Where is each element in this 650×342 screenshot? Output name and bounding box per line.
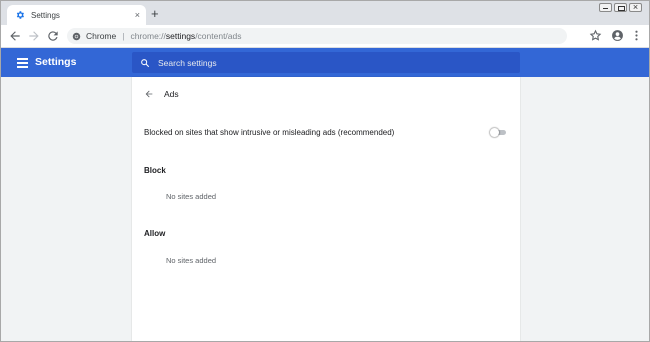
tab-settings[interactable]: Settings × <box>7 5 146 25</box>
search-placeholder: Search settings <box>158 57 217 68</box>
settings-title: Settings <box>35 56 77 68</box>
search-icon <box>141 58 150 67</box>
ads-toggle[interactable] <box>490 128 507 138</box>
block-empty-text: No sites added <box>166 192 217 201</box>
reload-icon[interactable] <box>46 29 60 43</box>
url-scheme: chrome:// <box>130 31 166 41</box>
allow-section-title: Allow <box>144 229 166 238</box>
hamburger-menu-icon[interactable] <box>17 58 28 68</box>
ads-toggle-label: Blocked on sites that show intrusive or … <box>144 128 395 137</box>
url-path: /content/ads <box>195 31 242 41</box>
maximize-button[interactable] <box>614 3 627 12</box>
back-arrow-icon[interactable] <box>144 89 154 99</box>
minimize-button[interactable] <box>599 3 612 12</box>
allow-empty-text: No sites added <box>166 256 217 265</box>
search-input[interactable]: Search settings <box>132 52 520 73</box>
new-tab-button[interactable]: + <box>151 7 159 20</box>
url-host: settings <box>165 31 196 41</box>
close-window-button[interactable] <box>629 2 642 12</box>
site-chip: Chrome <box>86 31 117 41</box>
page-title: Ads <box>164 89 179 99</box>
more-vert-icon[interactable] <box>630 29 643 42</box>
block-section-title: Block <box>144 166 166 175</box>
tab-strip: Settings × + <box>1 1 649 25</box>
settings-header: Settings Search settings <box>1 48 649 77</box>
arrow-left-icon[interactable] <box>8 29 22 43</box>
arrow-right-icon[interactable] <box>27 29 41 43</box>
window-controls <box>597 2 642 12</box>
browser-window: Settings × + Chrome | chrom <box>0 0 650 342</box>
star-icon[interactable] <box>589 29 602 42</box>
chrome-icon <box>72 32 81 40</box>
ads-settings-card: Ads Blocked on sites that show intrusive… <box>132 77 520 341</box>
tab-close-icon[interactable]: × <box>135 10 140 20</box>
browser-toolbar: Chrome | chrome://settings/content/ads <box>1 25 649 48</box>
profile-icon[interactable] <box>611 29 624 42</box>
tab-title: Settings <box>31 10 60 20</box>
omnibox-separator: | <box>122 31 125 41</box>
settings-content: Ads Blocked on sites that show intrusive… <box>1 77 649 341</box>
gear-icon <box>16 11 24 19</box>
address-bar[interactable]: Chrome | chrome://settings/content/ads <box>67 28 567 44</box>
